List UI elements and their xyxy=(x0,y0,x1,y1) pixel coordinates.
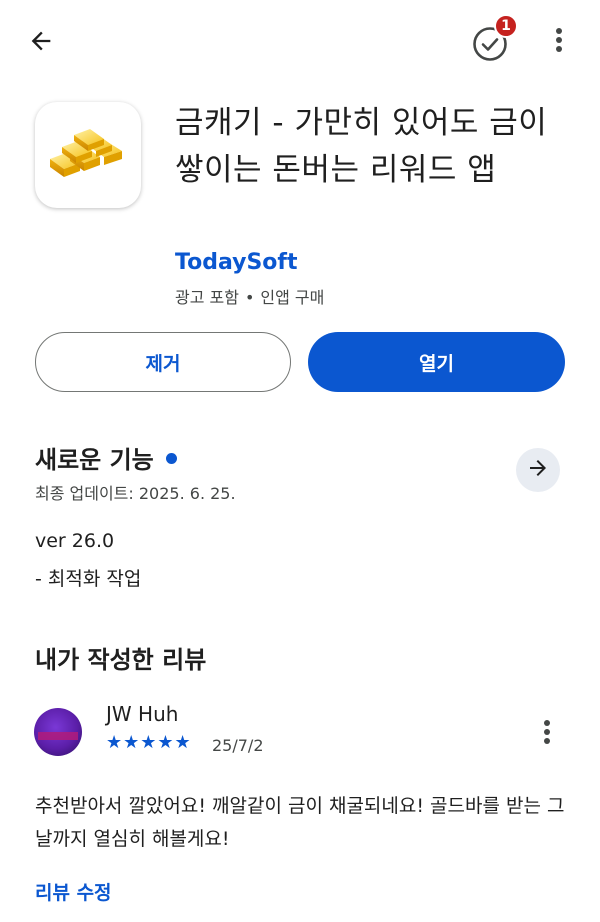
review-text: 추천받아서 깔았어요! 깨알같이 금이 채굴되네요! 골드바를 받는 그날까지 … xyxy=(35,795,565,850)
app-icon[interactable] xyxy=(35,102,141,208)
whats-new-title-text: 새로운 기능 xyxy=(35,446,154,474)
uninstall-button[interactable]: 제거 xyxy=(35,332,291,392)
review-more-button[interactable] xyxy=(532,716,562,752)
app-header: 금캐기 - 가만히 있어도 금이 쌓이는 돈버는 리워드 앱 TodaySoft… xyxy=(0,96,600,316)
more-vertical-icon xyxy=(543,719,551,749)
gold-bars-icon xyxy=(46,123,130,187)
version-text: ver 26.0 xyxy=(35,530,115,552)
review-date: 25/7/2 xyxy=(212,736,264,755)
my-review-section: 내가 작성한 리뷰 JW Huh ★★★★★ 25/7/2 추천받아서 깔았어요… xyxy=(0,636,600,916)
action-buttons: 제거 열기 xyxy=(0,332,600,394)
app-meta: 광고 포함 • 인앱 구매 xyxy=(175,284,324,308)
whats-new-title: 새로운 기능 xyxy=(35,440,177,475)
my-review-title: 내가 작성한 리뷰 xyxy=(35,646,207,674)
meta-separator: • xyxy=(244,288,255,307)
change-note: - 최적화 작업 xyxy=(35,568,142,590)
arrow-left-icon xyxy=(27,27,55,59)
avatar xyxy=(34,708,82,756)
developer-link[interactable]: TodaySoft xyxy=(175,250,298,275)
whats-new-arrow-button[interactable] xyxy=(516,448,560,492)
app-title: 금캐기 - 가만히 있어도 금이 쌓이는 돈버는 리워드 앱 xyxy=(175,105,548,188)
updates-badge: 1 xyxy=(494,14,518,38)
edit-review-link[interactable]: 리뷰 수정 xyxy=(35,878,112,905)
reviewer-name: JW Huh xyxy=(106,702,179,726)
new-indicator-dot xyxy=(165,452,177,464)
open-button[interactable]: 열기 xyxy=(308,332,565,392)
meta-in-app-purchase: 인앱 구매 xyxy=(260,288,325,307)
more-options-button[interactable] xyxy=(544,24,574,60)
avatar-decoration xyxy=(38,732,78,740)
last-updated: 최종 업데이트: 2025. 6. 25. xyxy=(35,484,236,503)
arrow-right-icon xyxy=(526,456,550,484)
updates-button[interactable]: 1 xyxy=(468,14,518,64)
more-vertical-icon xyxy=(555,27,563,57)
whats-new-section: 새로운 기능 최종 업데이트: 2025. 6. 25. ver 26.0 - … xyxy=(0,436,600,596)
top-app-bar: 1 xyxy=(0,0,600,84)
meta-ads: 광고 포함 xyxy=(175,288,239,307)
back-button[interactable] xyxy=(24,26,58,60)
star-rating: ★★★★★ xyxy=(106,732,192,753)
